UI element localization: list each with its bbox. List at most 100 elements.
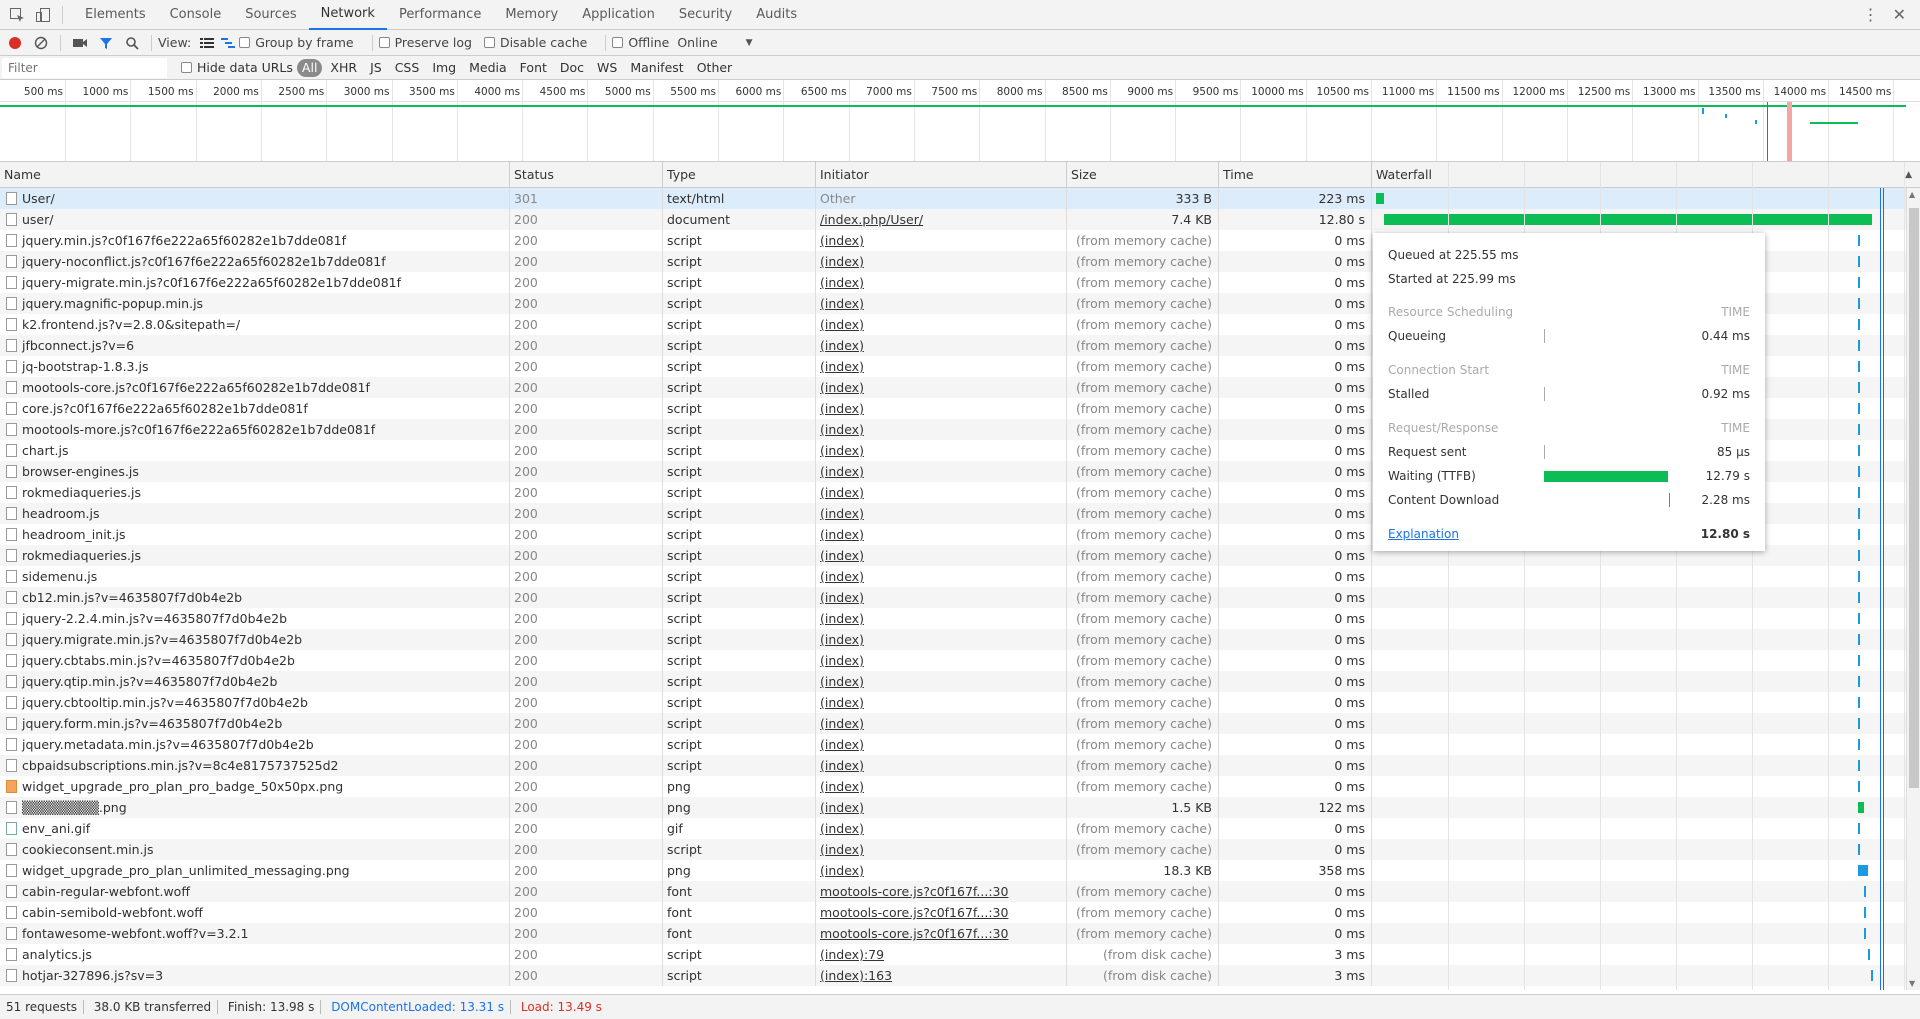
table-row[interactable]: cbpaidsubscriptions.min.js?v=8c4e8175737…: [0, 755, 1906, 776]
request-initiator[interactable]: mootools-core.js?c0f167f...:30: [816, 881, 1067, 902]
request-name[interactable]: widget_upgrade_pro_plan_unlimited_messag…: [0, 860, 510, 881]
checkbox-box[interactable]: [612, 37, 624, 48]
offline-checkbox[interactable]: Offline: [612, 35, 669, 50]
request-initiator[interactable]: (index): [816, 230, 1067, 251]
table-row[interactable]: user/200 document/index.php/User/7.4 KB 12…: [0, 209, 1906, 230]
request-name[interactable]: cabin-regular-webfont.woff: [0, 881, 510, 902]
table-row[interactable]: widget_upgrade_pro_plan_pro_badge_50x50p…: [0, 776, 1906, 797]
request-name[interactable]: analytics.js: [0, 944, 510, 965]
table-scrollbar[interactable]: ▲ ▼: [1906, 188, 1920, 990]
request-name[interactable]: cb12.min.js?v=4635807f7d0b4e2b: [0, 587, 510, 608]
table-row[interactable]: User/301 text/html Other 333 B 223 ms: [0, 188, 1906, 209]
device-toolbar-icon[interactable]: [34, 6, 52, 24]
tab-elements[interactable]: Elements: [73, 0, 158, 30]
tab-application[interactable]: Application: [570, 0, 667, 30]
request-name[interactable]: ▒▒▒▒▒▒▒▒.png: [0, 797, 510, 818]
request-name[interactable]: core.js?c0f167f6e222a65f60282e1b7dde081f: [0, 398, 510, 419]
request-initiator[interactable]: (index): [816, 692, 1067, 713]
request-name[interactable]: cookieconsent.min.js: [0, 839, 510, 860]
request-name[interactable]: jquery.min.js?c0f167f6e222a65f60282e1b7d…: [0, 230, 510, 251]
request-initiator[interactable]: (index): [816, 524, 1067, 545]
request-name[interactable]: jquery.migrate.min.js?v=4635807f7d0b4e2b: [0, 629, 510, 650]
hide-data-urls-checkbox[interactable]: Hide data URLs: [181, 60, 293, 75]
tab-audits[interactable]: Audits: [744, 0, 809, 30]
request-initiator[interactable]: (index): [816, 482, 1067, 503]
request-name[interactable]: rokmediaqueries.js: [0, 545, 510, 566]
filter-type-ws[interactable]: WS: [592, 59, 622, 77]
table-row[interactable]: jquery.qtip.min.js?v=4635807f7d0b4e2b 200…: [0, 671, 1906, 692]
disable-cache-checkbox[interactable]: Disable cache: [483, 35, 587, 50]
clear-button[interactable]: [28, 30, 54, 56]
request-name[interactable]: jquery.magnific-popup.min.js: [0, 293, 510, 314]
request-initiator[interactable]: (index): [816, 461, 1067, 482]
table-row[interactable]: analytics.js 200 script (index):79 (from dis…: [0, 944, 1906, 965]
filter-type-font[interactable]: Font: [515, 59, 552, 77]
request-initiator[interactable]: (index): [816, 545, 1067, 566]
request-initiator[interactable]: (index): [816, 251, 1067, 272]
request-initiator[interactable]: (index): [816, 713, 1067, 734]
request-initiator[interactable]: (index): [816, 335, 1067, 356]
filter-type-css[interactable]: CSS: [390, 59, 425, 77]
capture-screenshots-icon[interactable]: [67, 30, 93, 56]
throttle-select[interactable]: Online ▼: [677, 35, 752, 50]
request-initiator[interactable]: (index): [816, 776, 1067, 797]
request-name[interactable]: sidemenu.js: [0, 566, 510, 587]
request-initiator[interactable]: (index): [816, 377, 1067, 398]
request-initiator[interactable]: (index): [816, 671, 1067, 692]
overview-icon[interactable]: [217, 30, 239, 56]
table-row[interactable]: cb12.min.js?v=4635807f7d0b4e2b 200 script(…: [0, 587, 1906, 608]
request-name[interactable]: jquery-noconflict.js?c0f167f6e222a65f602…: [0, 251, 510, 272]
request-name[interactable]: user/: [0, 209, 510, 230]
column-header-name[interactable]: Name: [0, 162, 510, 188]
request-name[interactable]: jquery.qtip.min.js?v=4635807f7d0b4e2b: [0, 671, 510, 692]
request-initiator[interactable]: (index): [816, 293, 1067, 314]
request-name[interactable]: fontawesome-webfont.woff?v=3.2.1: [0, 923, 510, 944]
table-row[interactable]: cabin-semibold-webfont.woff 200 font mootoo…: [0, 902, 1906, 923]
request-name[interactable]: jquery.form.min.js?v=4635807f7d0b4e2b: [0, 713, 510, 734]
explanation-link[interactable]: Explanation: [1388, 527, 1459, 541]
filter-type-js[interactable]: JS: [365, 59, 387, 77]
request-name[interactable]: cbpaidsubscriptions.min.js?v=8c4e8175737…: [0, 755, 510, 776]
request-name[interactable]: chart.js: [0, 440, 510, 461]
filter-type-all[interactable]: All: [296, 58, 323, 77]
request-initiator[interactable]: (index): [816, 398, 1067, 419]
request-initiator[interactable]: (index):163: [816, 965, 1067, 986]
table-row[interactable]: jquery.cbtabs.min.js?v=4635807f7d0b4e2b 2…: [0, 650, 1906, 671]
filter-type-img[interactable]: Img: [427, 59, 461, 77]
table-row[interactable]: cookieconsent.min.js 200 script (index) (fro…: [0, 839, 1906, 860]
request-name[interactable]: mootools-more.js?c0f167f6e222a65f60282e1…: [0, 419, 510, 440]
tab-sources[interactable]: Sources: [233, 0, 308, 30]
request-initiator[interactable]: (index): [816, 314, 1067, 335]
table-row[interactable]: jquery.migrate.min.js?v=4635807f7d0b4e2b…: [0, 629, 1906, 650]
timeline-overview[interactable]: 500 ms 1000 ms 1500 ms 2000 ms 2500 ms 3000 m…: [0, 80, 1920, 162]
table-row[interactable]: sidemenu.js 200 script (index) (from memory …: [0, 566, 1906, 587]
group-by-frame-checkbox[interactable]: Group by frame: [239, 35, 354, 50]
request-initiator[interactable]: (index): [816, 419, 1067, 440]
table-row[interactable]: jquery-2.2.4.min.js?v=4635807f7d0b4e2b 20…: [0, 608, 1906, 629]
filter-type-media[interactable]: Media: [464, 59, 512, 77]
column-header-initiator[interactable]: Initiator: [816, 162, 1067, 188]
request-name[interactable]: jfbconnect.js?v=6: [0, 335, 510, 356]
request-initiator[interactable]: (index):79: [816, 944, 1067, 965]
request-name[interactable]: headroom_init.js: [0, 524, 510, 545]
request-name[interactable]: jquery-2.2.4.min.js?v=4635807f7d0b4e2b: [0, 608, 510, 629]
column-header-waterfall[interactable]: Waterfall: [1372, 162, 1920, 188]
request-initiator[interactable]: mootools-core.js?c0f167f...:30: [816, 923, 1067, 944]
table-row[interactable]: jquery.metadata.min.js?v=4635807f7d0b4e2…: [0, 734, 1906, 755]
filter-type-xhr[interactable]: XHR: [325, 59, 362, 77]
request-name[interactable]: rokmediaqueries.js: [0, 482, 510, 503]
request-initiator[interactable]: (index): [816, 608, 1067, 629]
request-initiator[interactable]: (index): [816, 503, 1067, 524]
filter-type-doc[interactable]: Doc: [555, 59, 589, 77]
tab-console[interactable]: Console: [158, 0, 234, 30]
column-header-size[interactable]: Size: [1067, 162, 1219, 188]
more-options-icon[interactable]: ⋮: [1863, 5, 1879, 24]
table-row[interactable]: cabin-regular-webfont.woff 200 font mootool…: [0, 881, 1906, 902]
request-name[interactable]: browser-engines.js: [0, 461, 510, 482]
request-name[interactable]: jquery.cbtabs.min.js?v=4635807f7d0b4e2b: [0, 650, 510, 671]
inspect-element-icon[interactable]: [8, 6, 26, 24]
table-row[interactable]: fontawesome-webfont.woff?v=3.2.1 200 font m…: [0, 923, 1906, 944]
request-name[interactable]: User/: [0, 188, 510, 209]
table-row[interactable]: ▒▒▒▒▒▒▒▒.png 200 png (index) 1.5 KB 122 ms: [0, 797, 1906, 818]
tab-performance[interactable]: Performance: [387, 0, 493, 30]
